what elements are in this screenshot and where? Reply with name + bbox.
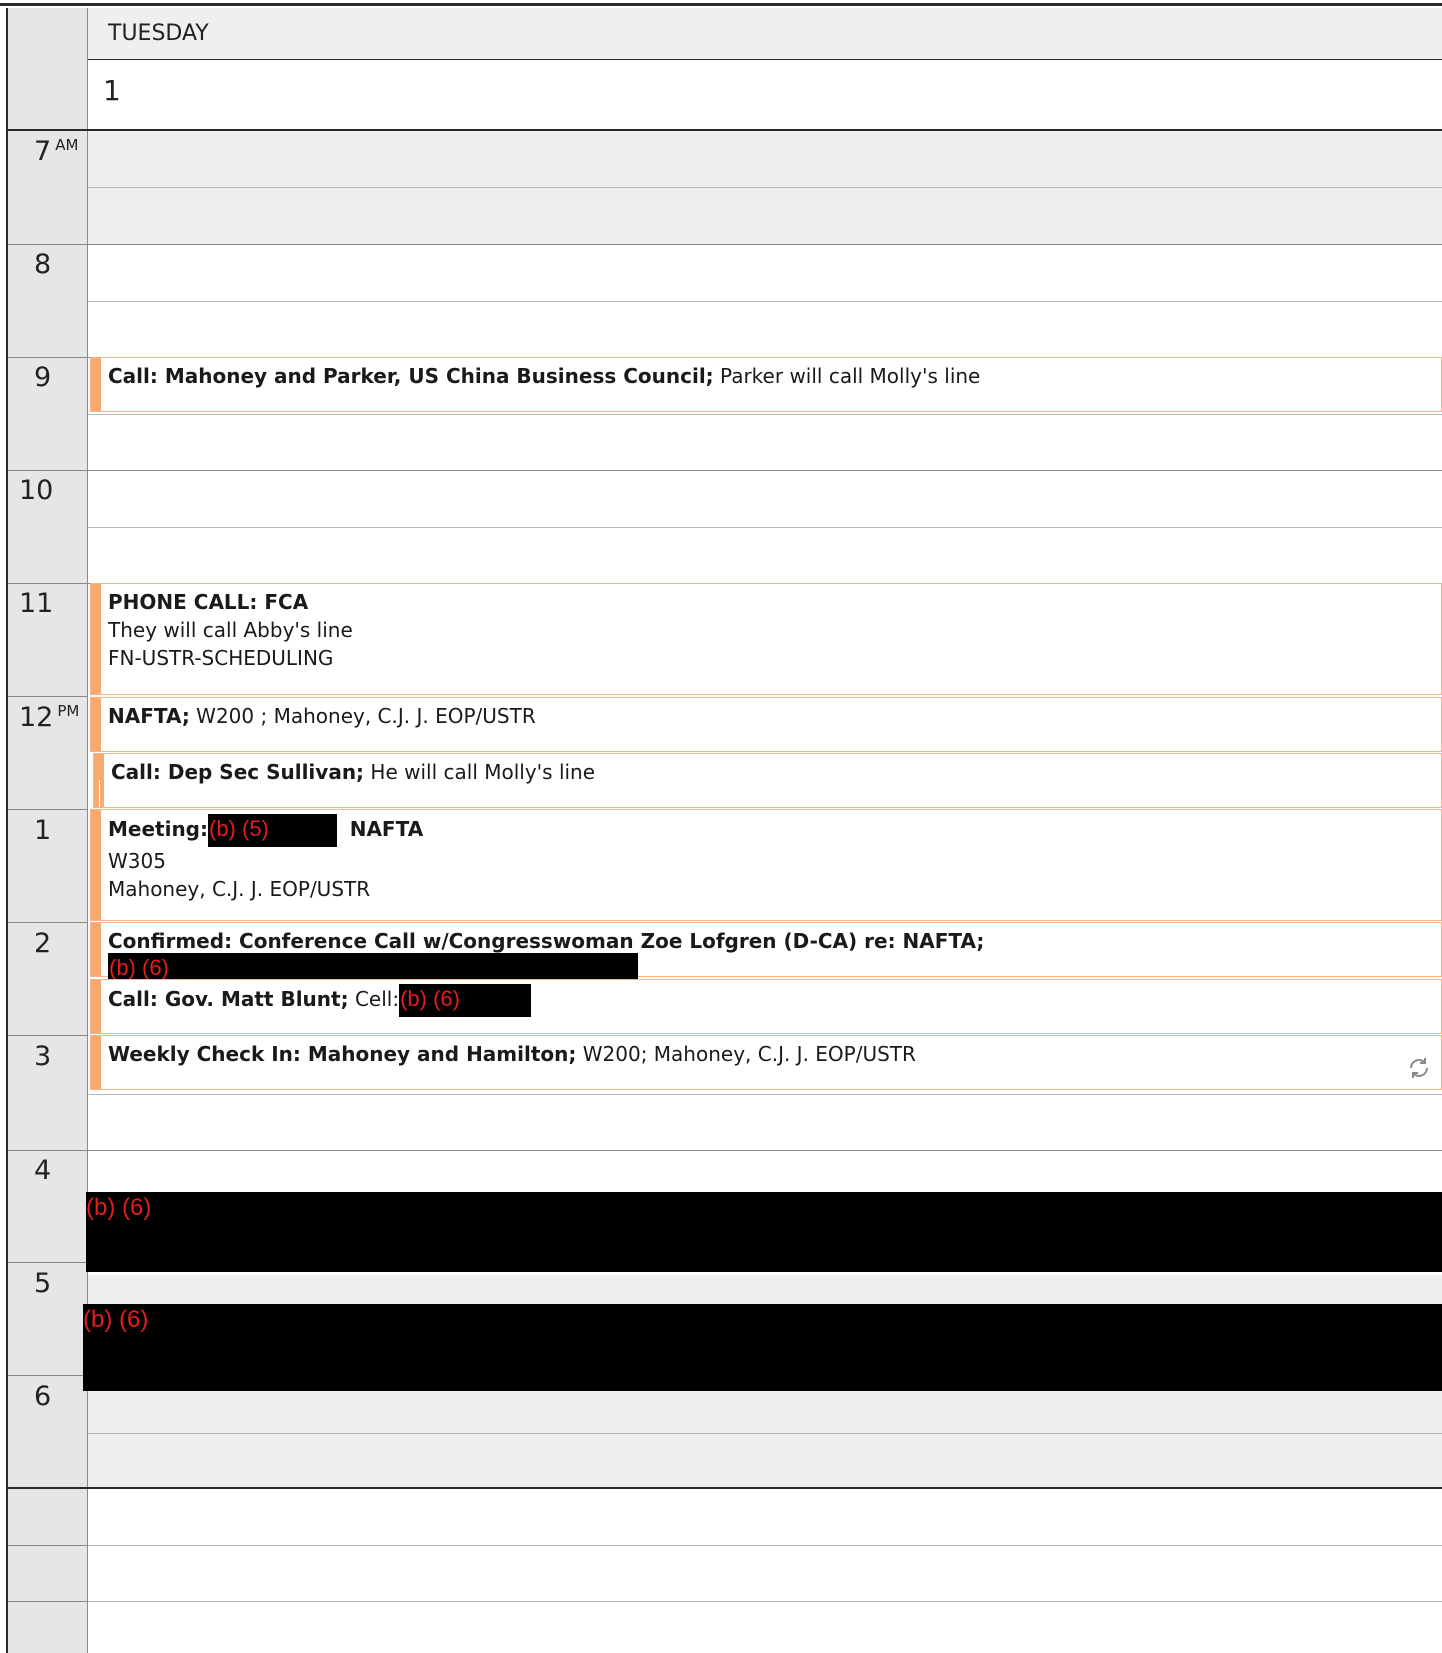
sullivan-accent-gap	[99, 780, 100, 807]
gutter-hour-line	[8, 1375, 88, 1376]
day-header	[88, 8, 1442, 59]
appointment-title: Meeting:	[108, 817, 208, 841]
appointment-line: FN-USTR-SCHEDULING	[108, 646, 334, 670]
appointment-title-2: NAFTA	[349, 817, 424, 841]
day-name: TUESDAY	[108, 21, 209, 46]
half-hour-line	[88, 301, 1442, 302]
gutter-hour-line	[8, 583, 88, 584]
appointment-detail: W200 ; Mahoney, C.J. J. EOP/USTR	[189, 704, 536, 728]
appointment-weekly-check-in[interactable]: Weekly Check In: Mahoney and Hamilton; W…	[90, 1035, 1442, 1090]
hour-label-3: 3	[34, 1041, 52, 1072]
end-of-day-line	[8, 1487, 1442, 1489]
half-hour-line	[88, 414, 1442, 415]
hour-label-5: 5	[34, 1268, 52, 1299]
gutter-hour-line	[8, 1601, 88, 1602]
calendar-top-border	[0, 3, 1442, 6]
recurring-icon	[1410, 1058, 1428, 1078]
appointment-nafta[interactable]: NAFTA; W200 ; Mahoney, C.J. J. EOP/USTR	[90, 697, 1442, 752]
appointment-gov-matt-blunt[interactable]: Call: Gov. Matt Blunt; Cell:(b) (6)	[90, 979, 1442, 1034]
gutter-hour-line	[8, 1150, 88, 1151]
half-hour-line	[88, 1601, 1442, 1602]
gutter-hour-line	[8, 809, 88, 810]
hour-label-1: 1	[34, 815, 52, 846]
half-hour-line	[88, 1433, 1442, 1434]
gutter-hour-line	[8, 1035, 88, 1036]
appointment-lofgren-conference-call[interactable]: Confirmed: Conference Call w/Congresswom…	[90, 922, 1442, 986]
appointment-title: NAFTA;	[108, 704, 190, 728]
appointment-detail: He will call Molly's line	[364, 760, 596, 784]
appointment-line: Mahoney, C.J. J. EOP/USTR	[108, 877, 371, 901]
hour-label-7am: 7 AM	[34, 136, 79, 167]
day-date: 1	[103, 74, 121, 107]
appointment-title: PHONE CALL: FCA	[108, 590, 309, 614]
redaction-block: (b) (5)	[208, 814, 337, 847]
half-hour-line	[88, 1545, 1442, 1546]
appointment-detail: Parker will call Molly's line	[713, 364, 981, 388]
gutter-hour-line	[8, 922, 88, 923]
gutter-hour-line	[8, 1262, 88, 1263]
half-hour-line	[88, 187, 1442, 188]
appointment-title: Call: Gov. Matt Blunt;	[108, 987, 349, 1011]
calendar-left-border	[6, 8, 8, 1653]
redaction-block: (b) (6)	[399, 984, 532, 1017]
appointment-line: W305	[108, 849, 166, 873]
appointment-call-china-business-council[interactable]: Call: Mahoney and Parker, US China Busin…	[90, 357, 1442, 412]
appointment-title: Weekly Check In: Mahoney and Hamilton;	[108, 1042, 577, 1066]
appointment-dep-sec-sullivan[interactable]: Call: Dep Sec Sullivan; He will call Mol…	[93, 753, 1442, 808]
redaction-block-5pm: (b) (6)	[83, 1304, 1442, 1391]
header-divider	[88, 59, 1442, 60]
hour-label-10: 10	[19, 475, 54, 506]
appointment-detail: Cell:	[348, 987, 400, 1011]
half-hour-line	[88, 1094, 1442, 1095]
gutter-hour-line	[8, 470, 88, 471]
offhours-evening-5	[88, 1275, 1442, 1304]
appointment-title: Call: Dep Sec Sullivan;	[111, 760, 365, 784]
hour-label-12pm: 12 PM	[19, 702, 80, 733]
appointment-detail: W200; Mahoney, C.J. J. EOP/USTR	[576, 1042, 916, 1066]
appointment-meeting-nafta[interactable]: Meeting:(b) (5) NAFTA W305 Mahoney, C.J.…	[90, 809, 1442, 921]
redaction-block-4pm: (b) (6)	[86, 1192, 1442, 1272]
gutter-hour-line	[8, 244, 88, 245]
hour-label-8: 8	[34, 249, 52, 280]
half-hour-line	[88, 527, 1442, 528]
appointment-title: Confirmed: Conference Call w/Congresswom…	[108, 929, 985, 953]
hour-label-2: 2	[34, 928, 52, 959]
hour-label-9: 9	[34, 362, 52, 393]
hour-line	[88, 470, 1442, 471]
gutter-hour-line	[8, 1545, 88, 1546]
offhours-evening-6	[88, 1387, 1442, 1487]
hour-line	[88, 244, 1442, 245]
hour-line	[88, 1150, 1442, 1151]
appointment-line: They will call Abby's line	[108, 618, 353, 642]
gutter-hour-line	[8, 357, 88, 358]
appointment-phone-call-fca[interactable]: PHONE CALL: FCA They will call Abby's li…	[90, 583, 1442, 695]
hour-label-4: 4	[34, 1155, 52, 1186]
gutter-hour-line	[8, 696, 88, 697]
hour-label-11: 11	[19, 588, 54, 619]
appointment-title: Call: Mahoney and Parker, US China Busin…	[108, 364, 714, 388]
